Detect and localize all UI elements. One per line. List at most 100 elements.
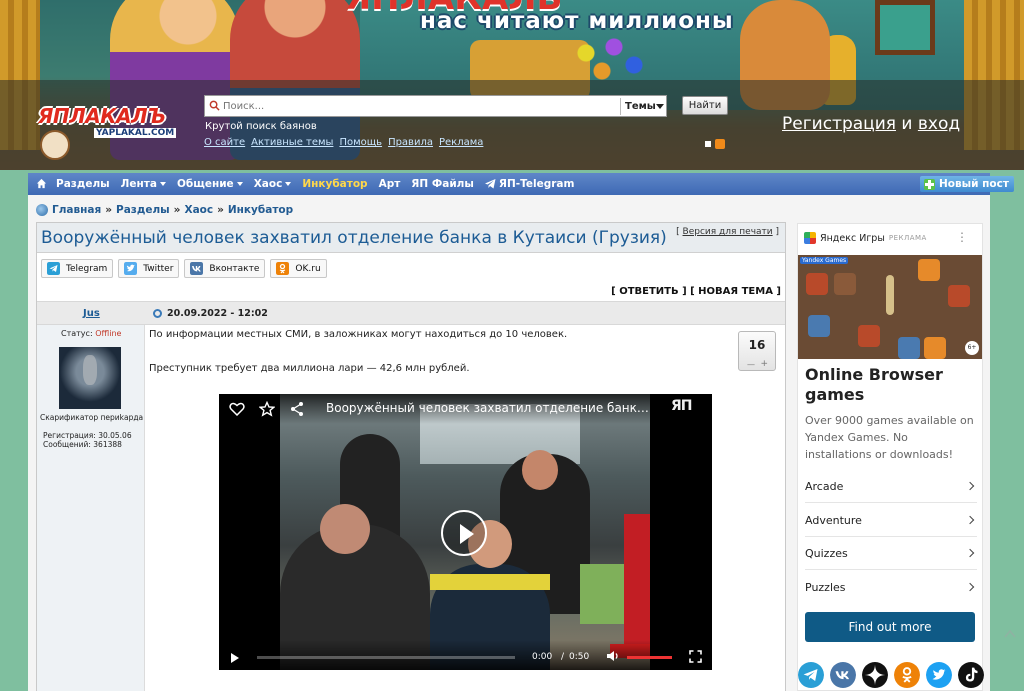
home-icon[interactable]: [36, 178, 47, 189]
login-link[interactable]: вход: [918, 114, 960, 134]
author-status: Статус: Offline: [61, 329, 121, 338]
more-options-icon[interactable]: ⋮: [956, 230, 968, 244]
rating-minus-button[interactable]: —: [747, 360, 755, 369]
rating-plus-button[interactable]: +: [760, 359, 768, 369]
ad-category-quizzes[interactable]: Quizzes: [805, 537, 977, 570]
nav-item-incubator[interactable]: Инкубатор: [302, 178, 367, 190]
ad-image-tile: [858, 325, 880, 347]
fullscreen-icon[interactable]: [689, 650, 702, 663]
ad-tag: РЕКЛАМА: [888, 234, 927, 242]
register-link[interactable]: Регистрация: [782, 114, 896, 134]
heart-icon[interactable]: [229, 402, 245, 416]
play-button-icon[interactable]: [231, 653, 239, 663]
link-active-topics[interactable]: Активные темы: [251, 137, 333, 148]
post-date-text: 20.09.2022 - 12:02: [167, 308, 268, 319]
video-scene-red-figure: [624, 514, 650, 644]
search-scope-select[interactable]: Темы: [620, 98, 666, 115]
ad-cta-button[interactable]: Find out more: [805, 612, 975, 642]
nav-item-art[interactable]: Арт: [379, 178, 401, 190]
ok-icon[interactable]: [894, 661, 920, 689]
telegram-icon[interactable]: [798, 661, 824, 689]
share-icon[interactable]: [289, 401, 305, 417]
reply-new-topic-links[interactable]: [ ОТВЕТИТЬ ] [ НОВАЯ ТЕМА ]: [611, 286, 781, 297]
video-player[interactable]: Вооружённый человек захватил отделение б…: [219, 394, 712, 670]
scroll-up-icon[interactable]: [1004, 628, 1016, 638]
ad-category-adventure[interactable]: Adventure: [805, 504, 977, 537]
site-logo[interactable]: ЯПЛАКАЛЪ YAPLAKAL.COM: [34, 104, 194, 160]
play-icon[interactable]: [441, 510, 487, 556]
rss-icon[interactable]: [715, 139, 725, 149]
star-icon[interactable]: [259, 401, 275, 417]
nav-item-label: Лента: [120, 178, 157, 190]
share-vk-button[interactable]: Вконтакте: [184, 259, 266, 278]
video-scene-vest-stripe: [430, 574, 550, 590]
mobile-icon[interactable]: [705, 141, 711, 147]
anchor-icon[interactable]: [153, 309, 162, 318]
author-rank: Скарификатор периkарда: [40, 413, 144, 422]
breadcrumb-home[interactable]: Главная: [52, 204, 101, 216]
share-twitter-button[interactable]: Twitter: [118, 259, 180, 278]
breadcrumb-incubator[interactable]: Инкубатор: [228, 204, 293, 216]
tiktok-icon[interactable]: [958, 661, 984, 689]
ad-title[interactable]: Online Browser games: [805, 365, 975, 405]
share-ok-button[interactable]: OK.ru: [270, 259, 327, 278]
share-label: Telegram: [66, 263, 108, 274]
ad-category-arcade[interactable]: Arcade: [805, 470, 977, 503]
share-buttons: Telegram Twitter Вконтакте OK.ru: [41, 259, 327, 278]
yandex-games-icon: [804, 232, 816, 244]
ad-category-label: Adventure: [805, 514, 862, 527]
nav-item-label: Общение: [176, 178, 234, 190]
ad-block[interactable]: Яндекс Игры РЕКЛАМА ⋮ Yandex Games 6+ On…: [797, 223, 983, 691]
rating-value: 16: [748, 338, 766, 352]
topic-header: Вооружённый человек захватил отделение б…: [37, 223, 785, 253]
logo-dog-icon: [40, 130, 70, 160]
rss-icons: [705, 139, 727, 149]
telegram-icon: [484, 179, 496, 189]
video-scene-head: [522, 450, 558, 490]
author-name[interactable]: Jus: [83, 308, 100, 319]
main-nav: Разделы Лента Общение Хаос Инкубатор Арт…: [28, 173, 1014, 195]
post-header: Jus 20.09.2022 - 12:02: [37, 301, 785, 325]
nav-item-label: Инкубатор: [302, 178, 368, 190]
search-button[interactable]: Найти: [682, 96, 728, 115]
volume-slider[interactable]: [627, 656, 672, 659]
post-date: 20.09.2022 - 12:02: [153, 308, 268, 319]
ad-image[interactable]: Yandex Games 6+: [798, 255, 982, 359]
nav-item-feed[interactable]: Лента: [121, 178, 166, 190]
nav-item-communication[interactable]: Общение: [177, 178, 243, 190]
ad-image-tile: [808, 315, 830, 337]
auth-and: и: [901, 114, 913, 134]
twitter-icon[interactable]: [926, 661, 952, 689]
ad-header: Яндекс Игры РЕКЛАМА: [804, 232, 927, 244]
breadcrumb-sections[interactable]: Разделы: [116, 204, 170, 216]
print-version-link[interactable]: [ Версия для печати ]: [676, 227, 779, 237]
avatar[interactable]: [59, 347, 121, 409]
ok-icon: [276, 262, 290, 275]
vk-icon[interactable]: [830, 661, 856, 689]
volume-icon[interactable]: [606, 650, 620, 662]
search-input[interactable]: [223, 97, 618, 115]
link-ads[interactable]: Реклама: [439, 137, 483, 148]
breadcrumb-chaos[interactable]: Хаос: [184, 204, 213, 216]
breadcrumb: Главная » Разделы » Хаос » Инкубатор: [36, 204, 293, 216]
nav-item-chaos[interactable]: Хаос: [254, 178, 292, 190]
search-icon: [209, 100, 220, 111]
nav-item-telegram[interactable]: ЯП-Telegram: [484, 178, 574, 190]
nav-item-sections[interactable]: Разделы: [56, 178, 110, 190]
zen-icon[interactable]: [862, 661, 888, 689]
link-about[interactable]: О сайте: [204, 137, 245, 148]
twitter-icon: [124, 262, 138, 275]
share-telegram-button[interactable]: Telegram: [41, 259, 114, 278]
nav-item-label: Разделы: [56, 178, 110, 190]
author-registration: Регистрация: 30.05.06: [43, 431, 132, 440]
ad-category-puzzles[interactable]: Puzzles: [805, 571, 977, 604]
plus-icon: [924, 178, 935, 190]
nav-item-files[interactable]: ЯП Файлы: [411, 178, 474, 190]
chevron-right-icon: [965, 481, 975, 491]
link-help[interactable]: Помощь: [339, 137, 382, 148]
new-post-button[interactable]: Новый пост: [920, 176, 1014, 192]
video-duration: 0:50: [569, 652, 590, 662]
link-rules[interactable]: Правила: [388, 137, 433, 148]
video-progress-bar[interactable]: [257, 656, 515, 659]
ad-image-badge: Yandex Games: [800, 257, 849, 264]
